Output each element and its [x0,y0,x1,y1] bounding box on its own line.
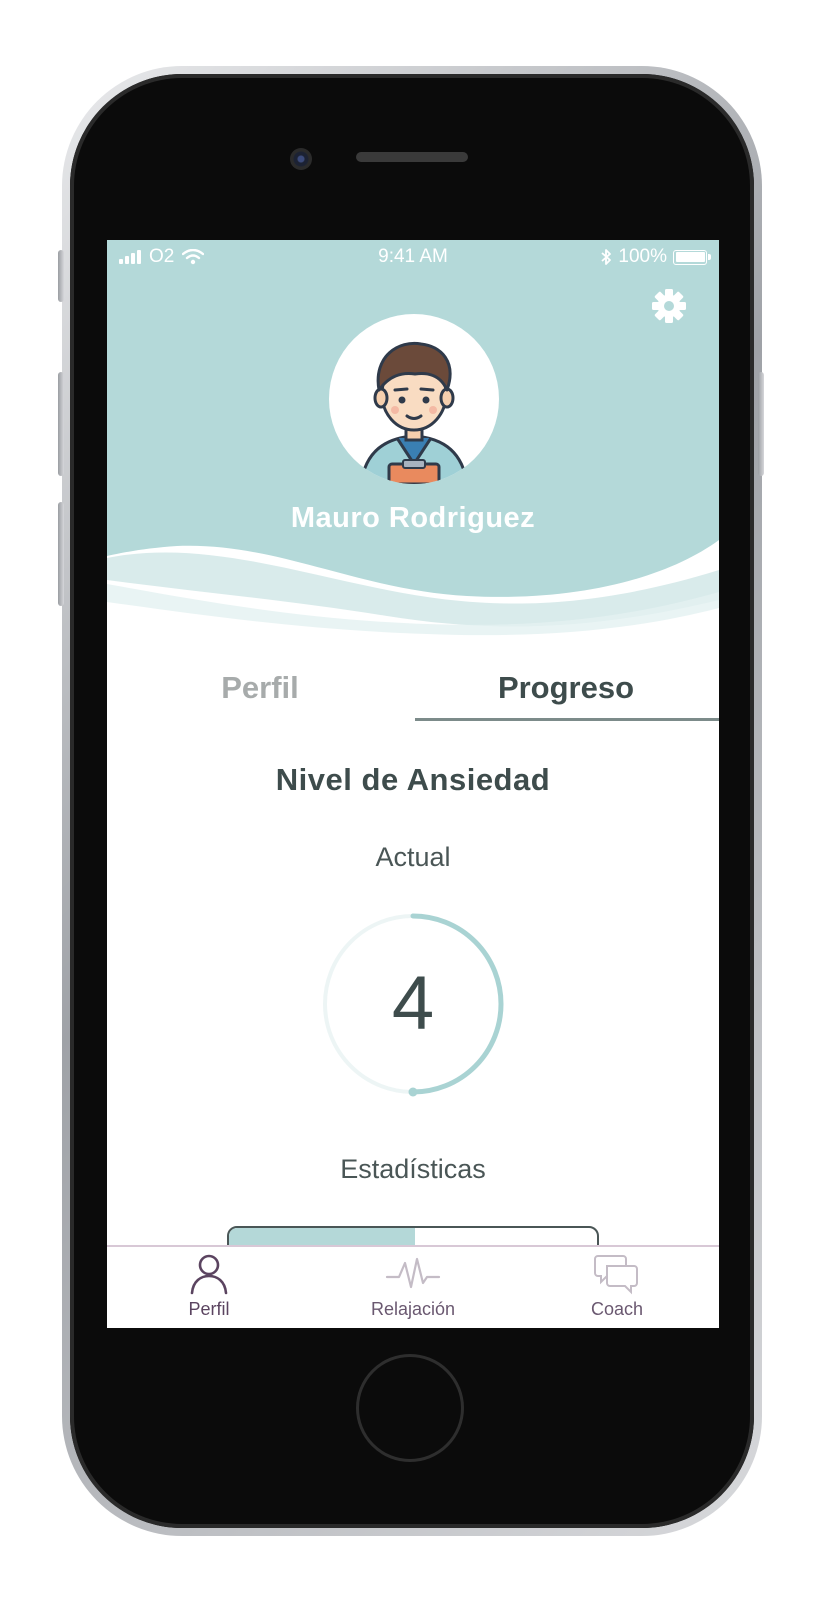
power-button [758,372,764,476]
front-camera [290,148,312,170]
bluetooth-icon [601,249,612,265]
nav-label-coach: Coach [590,1299,644,1319]
battery-percent: 100% [618,246,667,267]
status-bar: O2 9:41 AM 100% [107,240,719,276]
pulse-icon [385,1257,441,1289]
avatar[interactable] [329,314,499,484]
nav-relajacion[interactable]: Relajación [311,1253,515,1320]
app-screen: O2 9:41 AM 100% Mauro Rodriguez Perfil P… [107,240,719,1328]
chat-bubbles-icon [594,1255,638,1295]
current-label: Actual [375,842,451,872]
bottom-tab-bar: Perfil Relajación Coach [107,1245,719,1328]
profile-tabs: Perfil Progreso [107,670,719,722]
nav-label-perfil: Perfil [188,1299,230,1319]
gauge-end-dot [408,1087,418,1097]
person-icon [190,1254,228,1295]
avatar-illustration [359,341,469,484]
nav-perfil[interactable]: Perfil [107,1253,311,1320]
anxiety-level-title: Nivel de Ansiedad [275,762,551,797]
mute-switch [58,250,64,302]
nav-label-relajacion: Relajación [370,1299,456,1319]
user-name: Mauro Rodriguez [290,502,536,534]
anxiety-value: 4 [391,961,435,1046]
active-tab-indicator [415,718,719,721]
battery-icon [673,249,711,265]
home-button[interactable] [356,1354,464,1462]
status-right: 100% [600,246,711,268]
tab-progreso[interactable]: Progreso [413,670,719,706]
gear-icon[interactable] [651,288,687,324]
volume-down-button [58,502,64,606]
earpiece-speaker [356,152,468,162]
volume-up-button [58,372,64,476]
tab-perfil[interactable]: Perfil [107,670,413,706]
statistics-label: Estadísticas [340,1154,486,1184]
nav-coach[interactable]: Coach [515,1253,719,1320]
